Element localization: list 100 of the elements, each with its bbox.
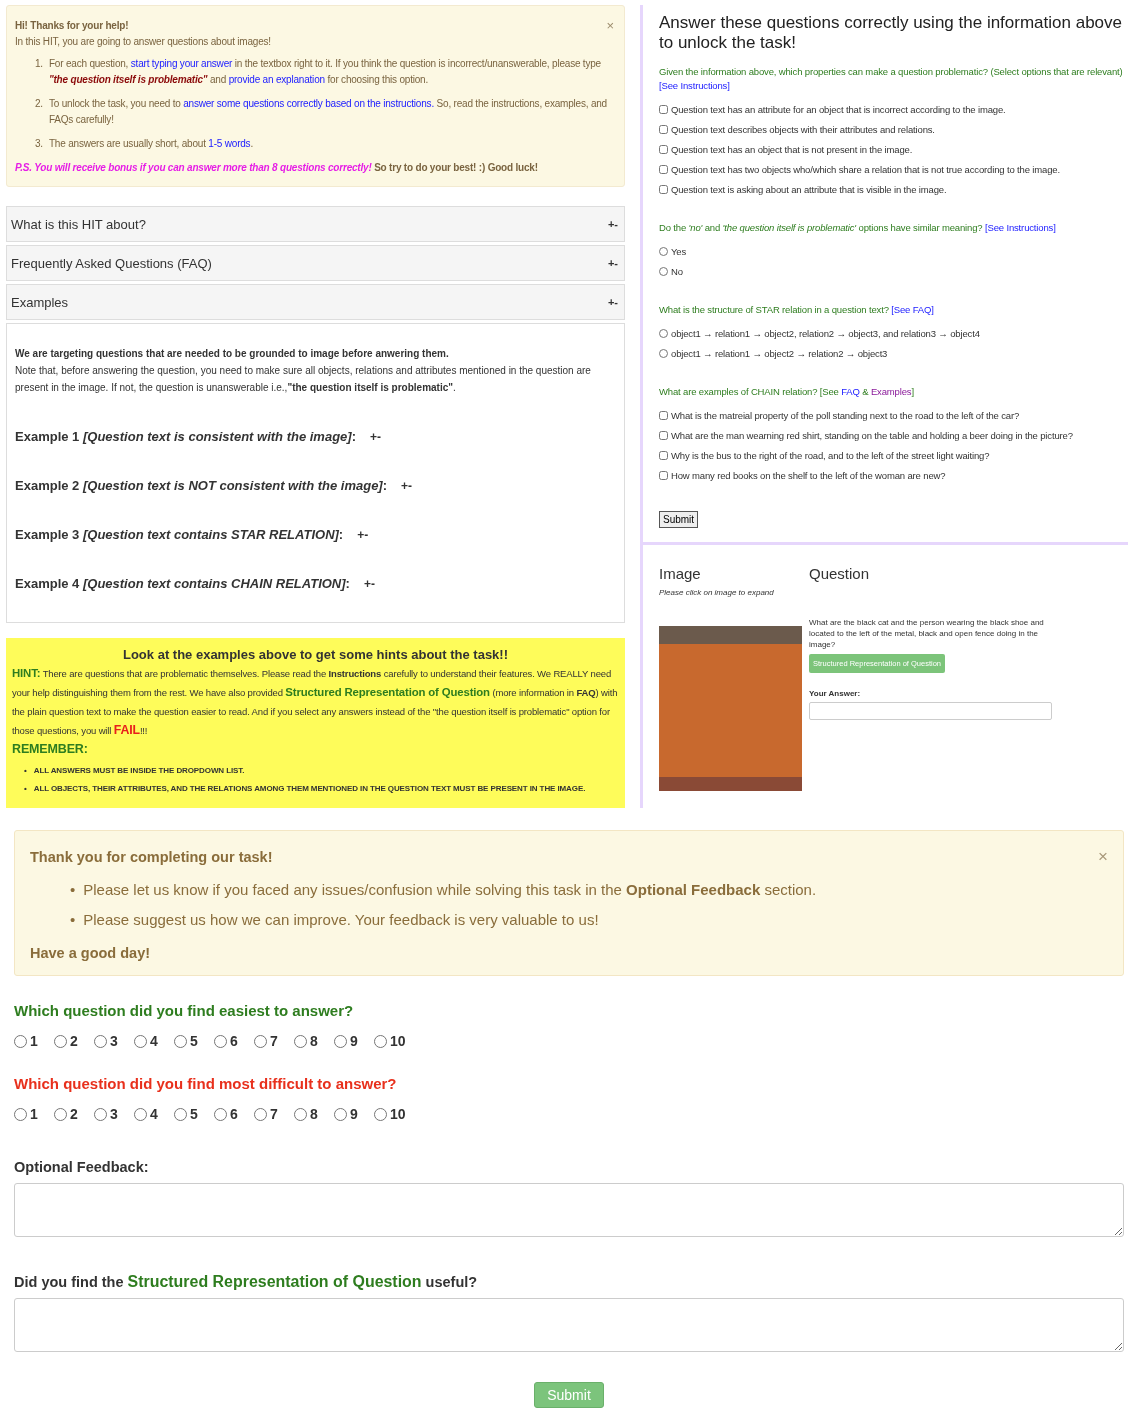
alert-footer: P.S. You will receive bonus if you can answer more than 8 questions correctly! So try to do your best! :) Good luck! xyxy=(15,160,614,176)
option-label: How many red books on the shelf to the left of the woman are new? xyxy=(671,469,946,481)
radio-button[interactable] xyxy=(174,1034,187,1048)
field-label: Did you find the Structured Representation of Question useful? xyxy=(14,1273,479,1291)
option-label: 3 xyxy=(110,1106,118,1122)
radio-button[interactable] xyxy=(214,1034,227,1048)
radio-button[interactable] xyxy=(659,246,668,256)
option-label: 7 xyxy=(270,1106,278,1122)
radio-button[interactable] xyxy=(94,1107,107,1121)
radio-button[interactable] xyxy=(14,1034,27,1048)
option-label: 9 xyxy=(350,1106,358,1122)
question-prompt: Given the information above, which properties can make a question problematic? (Select options that are relevant) [See Instructions] xyxy=(659,65,1124,93)
option-label: 10 xyxy=(390,1106,406,1122)
radio-button[interactable] xyxy=(659,266,668,276)
bullet: • xyxy=(24,783,27,795)
radio-button[interactable] xyxy=(174,1107,187,1121)
rule-item: ALL ANSWERS MUST BE INSIDE THE DROPDOWN LIST. xyxy=(33,765,245,777)
toggle-button[interactable]: +- xyxy=(355,528,371,542)
option-label: Question text has an object that is not present in the image. xyxy=(671,143,913,155)
radio-button[interactable] xyxy=(254,1107,267,1121)
text-link[interactable]: [See Instructions] xyxy=(659,80,730,91)
checkbox[interactable] xyxy=(659,450,668,460)
radio-button[interactable] xyxy=(214,1107,227,1121)
radio-button[interactable] xyxy=(374,1107,387,1121)
option-label: 2 xyxy=(70,1106,78,1122)
toggle-button[interactable]: +- xyxy=(399,479,415,493)
option-label: 9 xyxy=(350,1033,358,1049)
option-label: object1 → relation1 → object2 → relation2 → object3 xyxy=(671,347,888,359)
alert-text: In this HIT, you are going to answer questions about images! xyxy=(15,35,272,49)
radio-button[interactable] xyxy=(54,1107,67,1121)
option-label: Question text has an attribute for an object that is incorrect according to the image. xyxy=(671,103,1006,115)
bullet: • xyxy=(24,765,27,777)
radio-button[interactable] xyxy=(294,1107,307,1121)
accordion-title: Examples xyxy=(11,294,69,310)
text-link[interactable]: [See Instructions] xyxy=(984,222,1056,233)
radio-button[interactable] xyxy=(659,328,668,338)
option-label: Question text has two objects who/which share a relation that is not true according to the image. xyxy=(671,163,1060,175)
hint-title: Look at the examples above to get some hints about the task!! xyxy=(122,646,509,664)
toggle-button[interactable]: +- xyxy=(605,257,620,269)
submit-button[interactable]: Submit xyxy=(659,511,699,528)
option-label: 4 xyxy=(150,1106,158,1122)
checkbox[interactable] xyxy=(659,104,668,114)
checkbox[interactable] xyxy=(659,470,668,480)
option-label: 4 xyxy=(150,1033,158,1049)
lead-text: We are targeting questions that are needed to be grounded to image before anwering them. xyxy=(15,347,450,361)
option-label: What are the man wearning red shirt, standing on the table and holding a beer doing in the picture? xyxy=(671,429,1073,441)
list-item: Please let us know if you faced any issues/confusion while solving this task in the Optional Feedback section. xyxy=(83,880,817,900)
list-number: 3. xyxy=(35,137,43,151)
option-label: What is the matreial property of the poll standing next to the road to the left of the car? xyxy=(671,409,1020,421)
checkbox[interactable] xyxy=(659,410,668,420)
toggle-button[interactable]: +- xyxy=(605,296,620,308)
list-item: Please suggest us how we can improve. Your feedback is very valuable to us! xyxy=(83,910,599,930)
radio-button[interactable] xyxy=(94,1034,107,1048)
radio-button[interactable] xyxy=(334,1107,347,1121)
accordion-title: Frequently Asked Questions (FAQ) xyxy=(11,255,212,271)
question-label: Which question did you find most difficult to answer? xyxy=(14,1075,398,1093)
option-label: 7 xyxy=(270,1033,278,1049)
radio-button[interactable] xyxy=(659,348,668,358)
feedback-field[interactable] xyxy=(14,1298,1124,1352)
option-label: 10 xyxy=(390,1033,406,1049)
checkbox[interactable] xyxy=(659,124,668,134)
checkbox[interactable] xyxy=(659,184,668,194)
answer-field[interactable] xyxy=(809,702,1052,720)
accordion-title: What is this HIT about? xyxy=(11,216,146,232)
rule-item: ALL OBJECTS, THEIR ATTRIBUTES, AND THE RELATIONS AMONG THEM MENTIONED IN THE QUESTION TEXT MUST BE PRESENT IN THE IMAGE. xyxy=(33,783,586,795)
option-label: 1 xyxy=(30,1033,38,1049)
radio-button[interactable] xyxy=(374,1034,387,1048)
list-item: For each question, start typing your answer in the textbox right to it. If you think the question is incorrect/unanswerable, please type "the question itself is problematic" and provide an explanation for choosing this option. xyxy=(48,57,602,87)
radio-button[interactable] xyxy=(14,1107,27,1121)
example-heading: Example 4 [Question text contains CHAIN RELATION]: xyxy=(15,576,350,592)
text-link[interactable]: FAQ xyxy=(841,386,860,397)
checkbox[interactable] xyxy=(659,430,668,440)
radio-button[interactable] xyxy=(334,1034,347,1048)
text-link[interactable]: [See FAQ] xyxy=(891,304,934,315)
remember-label: REMEMBER: xyxy=(12,741,89,758)
alert-title: Thank you for completing our task! xyxy=(30,849,273,865)
radio-button[interactable] xyxy=(294,1034,307,1048)
toggle-button[interactable]: +- xyxy=(361,577,377,591)
radio-button[interactable] xyxy=(134,1107,147,1121)
list-number: 2. xyxy=(35,97,43,111)
option-label: Question text is asking about an attribute that is visible in the image. xyxy=(671,183,947,195)
list-number: 1. xyxy=(35,57,43,71)
radio-button[interactable] xyxy=(254,1034,267,1048)
toggle-button[interactable]: +- xyxy=(605,218,620,230)
checkbox[interactable] xyxy=(659,164,668,174)
feedback-field[interactable] xyxy=(14,1183,1124,1237)
checkbox[interactable] xyxy=(659,144,668,154)
option-label: 6 xyxy=(230,1033,238,1049)
option-label: No xyxy=(671,265,683,277)
toggle-button[interactable]: +- xyxy=(368,430,383,444)
bullet: • xyxy=(70,880,76,900)
option-label: 3 xyxy=(110,1033,118,1049)
question-prompt: What are examples of CHAIN relation? [See FAQ & Examples] xyxy=(659,385,915,399)
option-label: 2 xyxy=(70,1033,78,1049)
question-prompt: What is the structure of STAR relation in a question text? [See FAQ] xyxy=(659,303,935,317)
option-label: 1 xyxy=(30,1106,38,1122)
radio-button[interactable] xyxy=(54,1034,67,1048)
example-heading: Example 1 [Question text is consistent with the image]: xyxy=(15,429,356,445)
alert-text: Have a good day! xyxy=(30,945,152,961)
radio-button[interactable] xyxy=(134,1034,147,1048)
